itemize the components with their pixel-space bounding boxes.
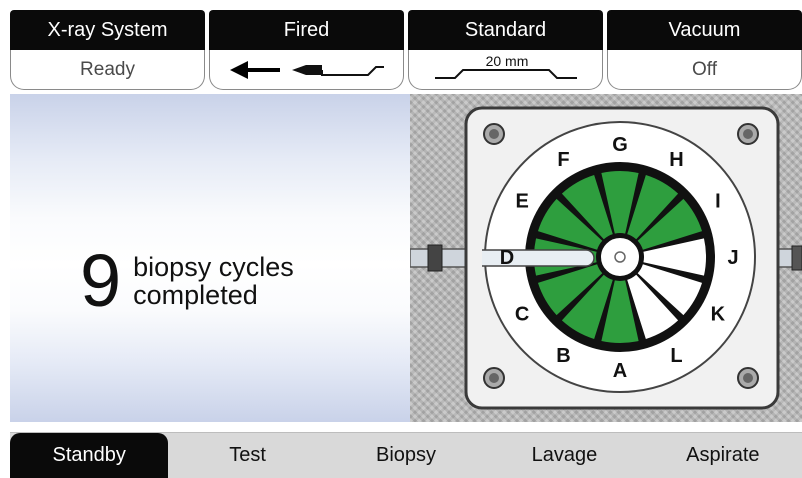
standard-status: Standard 20 mm: [408, 10, 603, 94]
mounting-screw-head-4: [743, 373, 753, 383]
chamber-wheel: A B C D E F G H I J K L: [410, 106, 802, 410]
tab-aspirate[interactable]: Aspirate: [644, 433, 802, 478]
vacuum-title: Vacuum: [607, 10, 802, 50]
fired-indicator: [209, 50, 404, 90]
standard-indicator: 20 mm: [408, 50, 603, 90]
chamber-label-g: G: [612, 134, 628, 156]
fired-status: Fired: [209, 10, 404, 94]
chamber-label-k: K: [711, 304, 726, 326]
cycle-panel: 9 biopsy cycles completed: [10, 94, 410, 422]
fired-title: Fired: [209, 10, 404, 50]
cycle-count: 9: [80, 239, 122, 322]
specimen-chamber-panel: A B C D E F G H I J K L: [410, 94, 802, 422]
tab-biopsy[interactable]: Biopsy: [327, 433, 485, 478]
chamber-label-b: B: [556, 345, 570, 367]
xray-system-value: Ready: [10, 50, 205, 90]
chamber-label-i: I: [715, 191, 721, 213]
aperture-size-label: 20 mm: [485, 53, 528, 69]
wheel-hub-center: [614, 251, 626, 263]
chamber-label-d: D: [500, 247, 514, 269]
main-content: 9 biopsy cycles completed A B C D E F G H I J K L: [10, 94, 802, 422]
chamber-label-f: F: [557, 149, 569, 171]
mounting-screw-head-3: [489, 373, 499, 383]
standard-title: Standard: [408, 10, 603, 50]
xray-system-status: X-ray System Ready: [10, 10, 205, 94]
fired-needle-icon: [229, 60, 384, 79]
cycle-counter: 9 biopsy cycles completed: [80, 244, 294, 318]
chamber-label-h: H: [669, 149, 683, 171]
specimen-chamber-diagram: A B C D E F G H I J K L: [410, 106, 802, 410]
chamber-label-c: C: [515, 304, 529, 326]
cycle-caption-line2: completed: [133, 280, 258, 310]
tab-standby[interactable]: Standby: [10, 433, 169, 478]
tab-lavage[interactable]: Lavage: [485, 433, 643, 478]
aperture-diagram-icon: 20 mm: [434, 53, 577, 79]
mounting-screw-head-1: [489, 129, 499, 139]
mode-tab-bar: Standby Test Biopsy Lavage Aspirate: [10, 432, 802, 478]
chamber-label-a: A: [613, 360, 627, 382]
chamber-label-l: L: [670, 345, 682, 367]
vacuum-value: Off: [607, 50, 802, 90]
xray-system-title: X-ray System: [10, 10, 205, 50]
chamber-label-e: E: [515, 191, 528, 213]
right-tube-collar: [791, 245, 802, 271]
tab-test[interactable]: Test: [168, 433, 326, 478]
chamber-label-j: J: [727, 247, 738, 269]
cycle-caption-line1: biopsy cycles: [133, 252, 294, 282]
mounting-screw-head-2: [743, 129, 753, 139]
left-tube-collar: [427, 244, 443, 272]
vacuum-status: Vacuum Off: [607, 10, 802, 94]
cycle-caption: biopsy cycles completed: [133, 253, 294, 309]
status-bar: X-ray System Ready Fired Standard 20 mm …: [10, 10, 802, 94]
